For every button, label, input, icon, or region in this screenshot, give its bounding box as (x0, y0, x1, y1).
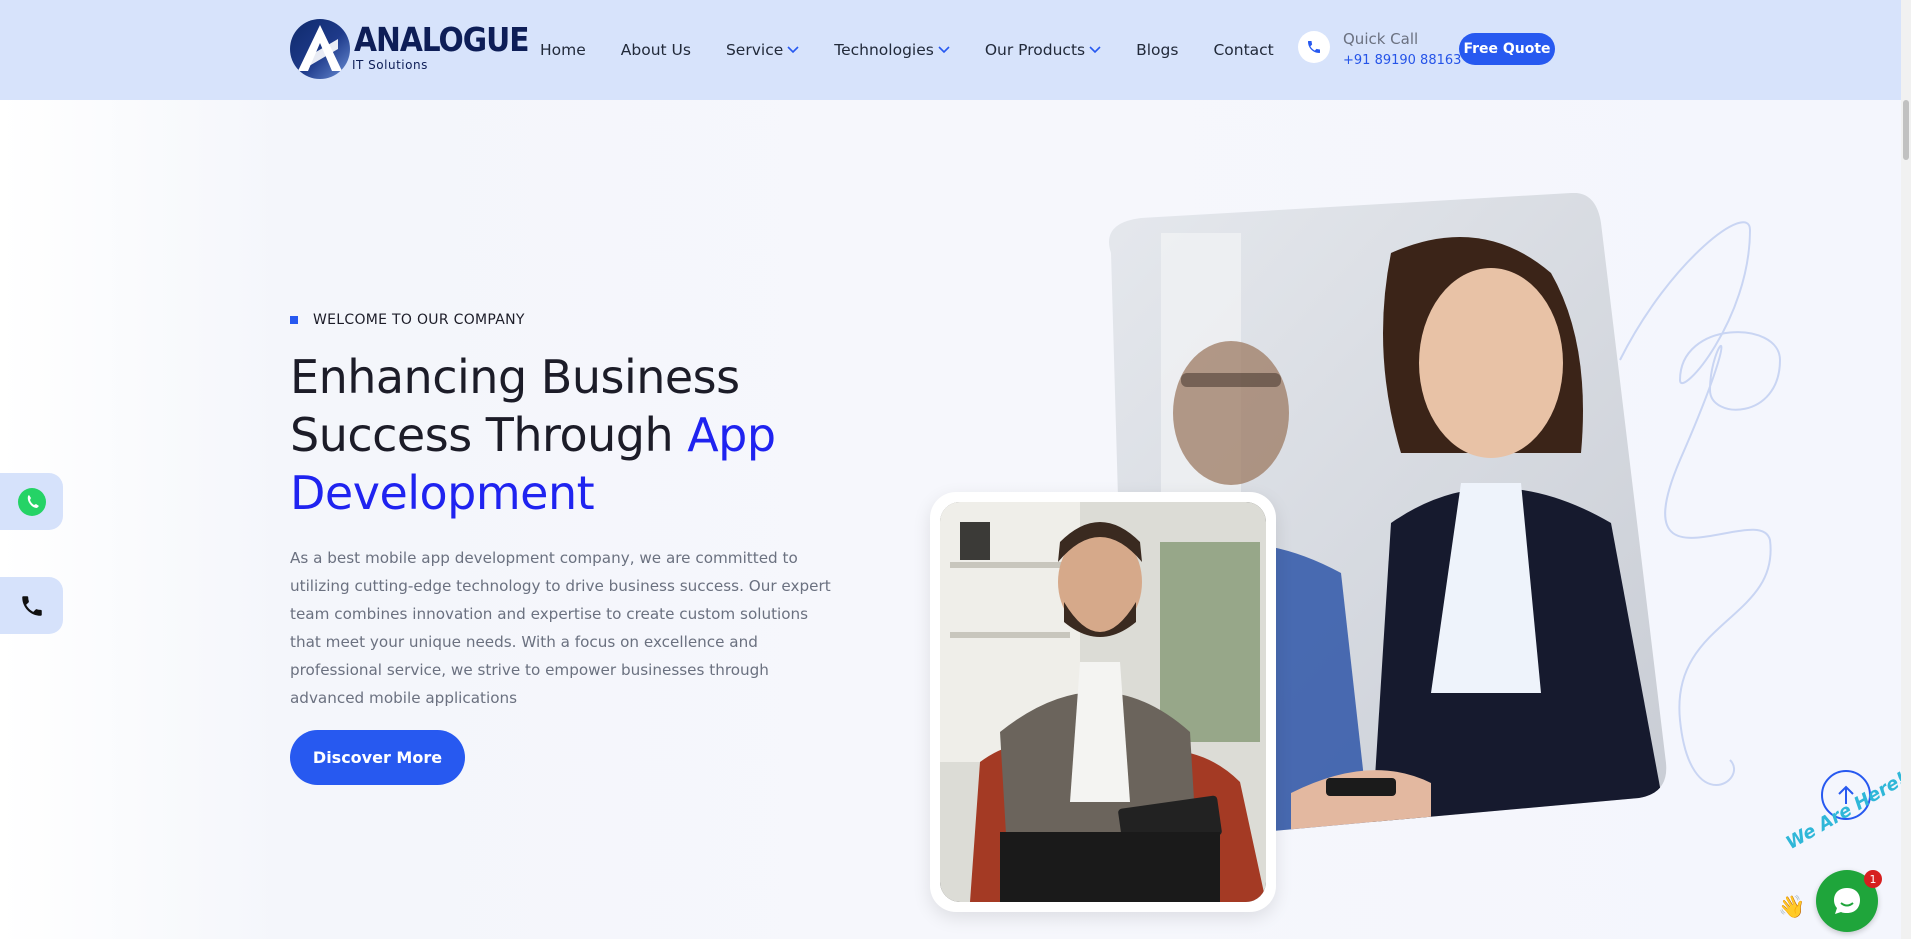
site-header: ANALOGUE IT Solutions Home About Us Serv… (0, 0, 1901, 100)
chevron-down-icon (938, 46, 950, 54)
scrollbar-thumb[interactable] (1903, 100, 1909, 160)
free-quote-button[interactable]: Free Quote (1459, 33, 1555, 65)
nav-our-products-label: Our Products (984, 41, 1086, 59)
nav-home[interactable]: Home (540, 41, 586, 59)
logo-subtitle: IT Solutions (352, 58, 428, 72)
discover-more-button[interactable]: Discover More (290, 730, 465, 785)
nav-technologies[interactable]: Technologies (834, 41, 950, 59)
chat-bubble-icon (1834, 888, 1860, 914)
nav-technologies-label: Technologies (834, 41, 934, 59)
logo-name: ANALOGUE (354, 20, 530, 59)
nav-contact-label: Contact (1213, 41, 1274, 59)
welcome-eyebrow: WELCOME TO OUR COMPANY (290, 312, 525, 328)
logo-mark-icon (290, 19, 350, 79)
team-photo-secondary (940, 502, 1266, 902)
quick-call-label: Quick Call (1343, 30, 1419, 48)
chevron-down-icon (787, 46, 799, 54)
nav-contact[interactable]: Contact (1213, 41, 1273, 59)
whatsapp-icon (17, 487, 46, 516)
nav-about-us-label: About Us (620, 41, 691, 59)
headline-main: Enhancing Business Success Through (290, 350, 740, 462)
main-nav: Home About Us Service Technologies Our P… (540, 38, 1309, 62)
chat-widget: We Are Here! 👋 1 (1778, 768, 1910, 939)
nav-home-label: Home (540, 41, 586, 59)
welcome-text: WELCOME TO OUR COMPANY (313, 312, 525, 328)
hero-headline: Enhancing Business Success Through App D… (290, 348, 850, 522)
call-button[interactable] (0, 577, 63, 634)
square-bullet-icon (290, 316, 298, 324)
page-scrollbar[interactable] (1901, 0, 1911, 939)
whatsapp-button[interactable] (0, 473, 63, 530)
team-photo-card (930, 492, 1276, 912)
quick-call-number[interactable]: +91 89190 88163 (1343, 53, 1461, 69)
nav-blogs-label: Blogs (1136, 41, 1179, 59)
hero-description: As a best mobile app development company… (290, 549, 831, 707)
brand-logo[interactable]: ANALOGUE IT Solutions (290, 18, 530, 80)
chevron-down-icon (1089, 46, 1101, 54)
waving-hand-icon: 👋 (1778, 895, 1806, 920)
chat-badge: 1 (1864, 870, 1882, 888)
phone-icon (21, 595, 42, 616)
nav-blogs[interactable]: Blogs (1136, 41, 1178, 59)
nav-service-label: Service (725, 41, 784, 59)
nav-about-us[interactable]: About Us (621, 41, 691, 59)
phone-icon[interactable] (1298, 31, 1330, 63)
nav-our-products[interactable]: Our Products (985, 41, 1101, 59)
nav-service[interactable]: Service (726, 41, 799, 59)
